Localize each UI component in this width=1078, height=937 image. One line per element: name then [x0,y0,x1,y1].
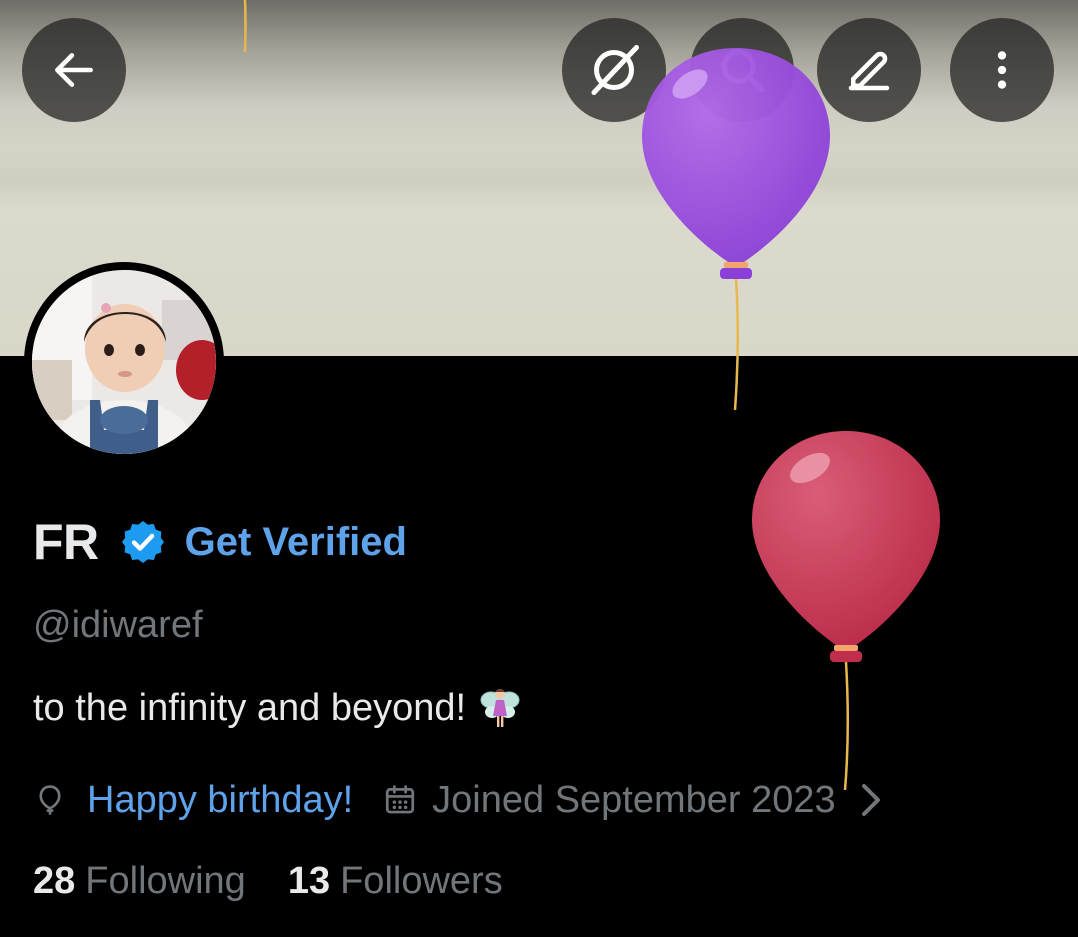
edit-pencil-icon [848,51,890,91]
more-vertical-icon [997,51,1007,89]
bio-text: to the infinity and beyond! [33,686,467,729]
arrow-left-icon [55,53,93,87]
following-count: 28 [33,860,76,902]
profile-meta-row: Happy birthday! Joined September 2023 [33,774,884,826]
red-balloon [752,431,940,791]
follow-stats: 28 Following 13 Followers [33,860,503,903]
grok-button[interactable] [562,18,666,122]
edit-profile-button[interactable] [817,18,921,122]
calendar-icon [383,783,417,817]
joined-date: Joined September 2023 [432,778,836,821]
more-options-button[interactable] [950,18,1054,122]
banner-texture [0,150,1078,210]
balloon-icon [33,783,67,817]
back-button[interactable] [22,18,126,122]
display-name: FR [33,514,99,570]
chevron-right-icon[interactable] [858,780,884,820]
search-icon [721,49,765,93]
followers-stat[interactable]: 13 Followers [288,860,503,903]
get-verified-link[interactable]: Get Verified [185,520,407,565]
grok-icon [591,45,639,95]
fairy-icon [480,686,520,730]
avatar-photo [32,270,216,454]
username-handle: @idiwaref [33,604,203,646]
name-row: FR Get Verified [33,510,407,574]
avatar[interactable] [24,262,224,462]
followers-label: Followers [340,860,503,902]
verified-badge-icon[interactable] [119,518,167,566]
bio: to the infinity and beyond! [33,686,520,730]
search-button[interactable] [690,18,794,122]
followers-count: 13 [287,860,331,902]
following-stat[interactable]: 28 Following [33,860,246,903]
birthday-link[interactable]: Happy birthday! [87,779,353,822]
following-label: Following [85,860,246,902]
